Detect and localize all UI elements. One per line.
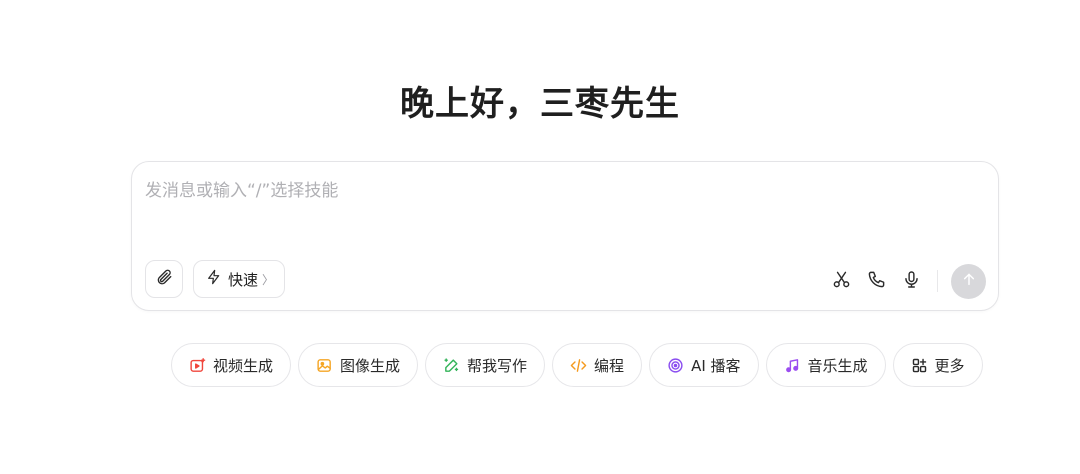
chip-image-generate[interactable]: 图像生成 xyxy=(298,343,419,387)
image-generate-icon xyxy=(316,357,333,374)
lightning-icon xyxy=(206,269,222,289)
chip-more[interactable]: 更多 xyxy=(892,343,983,387)
video-generate-icon xyxy=(189,357,206,374)
chip-label: 帮我写作 xyxy=(467,356,528,375)
microphone-icon xyxy=(902,270,921,293)
chip-coding[interactable]: 编程 xyxy=(552,343,643,387)
chevron-right-icon: 〉 xyxy=(262,272,275,287)
chip-label: 图像生成 xyxy=(340,356,401,375)
home-page: 晚上好，三枣先生 快速 〉 xyxy=(0,0,1080,474)
chip-label: 编程 xyxy=(594,356,625,375)
chip-label: 更多 xyxy=(934,356,965,375)
send-button[interactable] xyxy=(951,263,986,299)
greeting-title: 晚上好，三枣先生 xyxy=(400,84,680,124)
podcast-icon xyxy=(667,357,684,374)
toolbar-divider xyxy=(937,270,938,292)
chip-ai-podcast[interactable]: AI 播客 xyxy=(649,343,759,387)
chip-label: 音乐生成 xyxy=(807,356,868,375)
chip-label: 视频生成 xyxy=(213,356,274,375)
chip-music-generate[interactable]: 音乐生成 xyxy=(765,343,886,387)
chip-label: AI 播客 xyxy=(691,356,741,375)
paperclip-icon xyxy=(155,268,173,290)
music-icon xyxy=(784,357,801,374)
composer-tools xyxy=(818,263,986,299)
mode-select-button[interactable]: 快速 〉 xyxy=(193,260,286,298)
pen-write-icon xyxy=(443,357,460,374)
skill-chips: 视频生成 图像生成 帮我写作 编程 AI 播客 音乐生成 更多 xyxy=(171,343,983,387)
arrow-up-icon xyxy=(961,271,977,291)
code-icon xyxy=(570,357,587,374)
chip-help-write[interactable]: 帮我写作 xyxy=(425,343,546,387)
more-apps-icon xyxy=(911,357,928,374)
message-composer: 快速 〉 xyxy=(131,161,999,311)
attach-button[interactable] xyxy=(145,260,183,298)
chip-video-generate[interactable]: 视频生成 xyxy=(171,343,292,387)
scissors-button[interactable] xyxy=(829,269,853,293)
scissors-icon xyxy=(832,270,851,293)
message-input[interactable] xyxy=(145,176,975,236)
microphone-button[interactable] xyxy=(899,269,923,293)
phone-button[interactable] xyxy=(864,269,888,293)
mode-label: 快速 xyxy=(228,270,259,289)
phone-icon xyxy=(867,270,886,293)
